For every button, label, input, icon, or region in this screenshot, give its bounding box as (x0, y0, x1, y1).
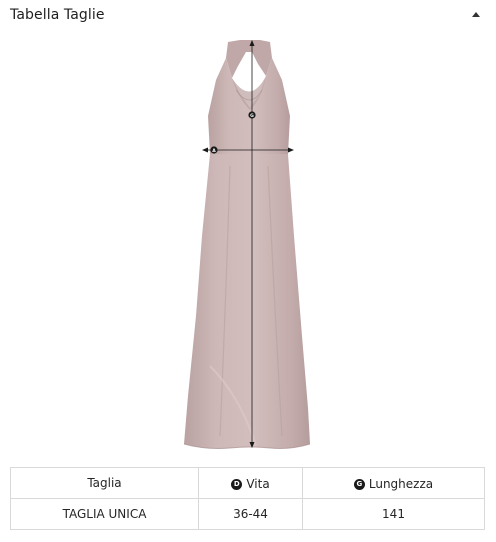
waist-badge-icon: D (231, 478, 243, 490)
dress-measurement-figure: A G (183, 40, 311, 449)
length-badge-icon: G (353, 478, 365, 490)
header-waist-label: Vita (246, 477, 270, 492)
dress-image (183, 40, 311, 449)
collapse-toggle[interactable] (464, 6, 488, 26)
table-header-row: Taglia D Vita G Lunghezza (10, 467, 485, 499)
caret-up-icon (472, 12, 480, 17)
header-size: Taglia (10, 467, 199, 499)
table-row: TAGLIA UNICA 36-44 141 (10, 498, 485, 530)
header-length-label: Lunghezza (368, 477, 434, 492)
cell-waist: 36-44 (198, 498, 303, 530)
size-table: Taglia D Vita G Lunghezza TAGLIA UNICA 3… (10, 467, 485, 530)
measure-marker-g-label: G (250, 113, 254, 119)
size-chart-header[interactable]: Tabella Taglie (0, 0, 496, 32)
measure-marker-a-label: A (212, 148, 216, 154)
header-length: G Lunghezza (302, 467, 485, 499)
header-waist: D Vita (198, 467, 303, 499)
panel-title: Tabella Taglie (10, 7, 105, 23)
cell-size: TAGLIA UNICA (10, 498, 199, 530)
cell-length: 141 (302, 498, 485, 530)
